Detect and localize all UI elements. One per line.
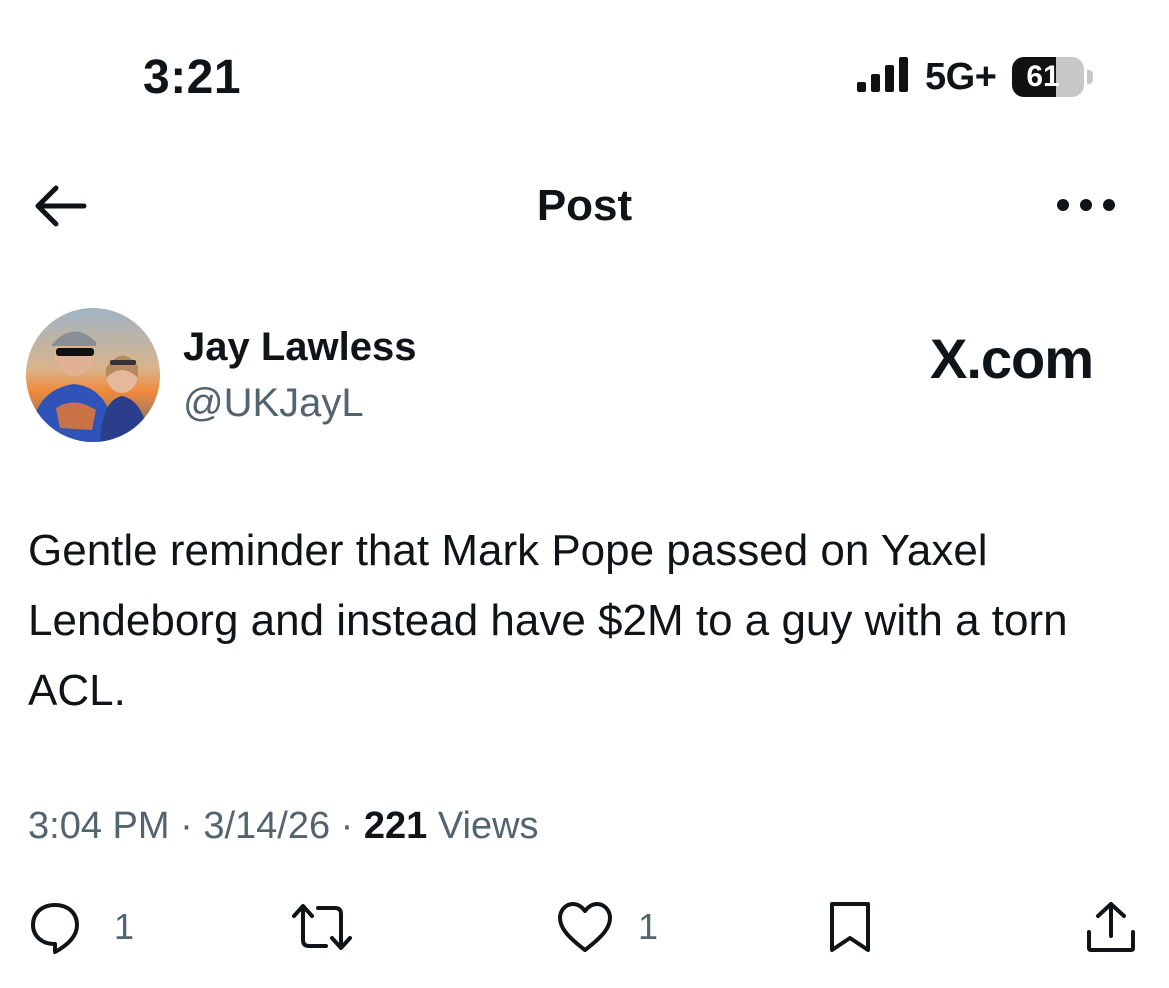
tweet-text: Gentle reminder that Mark Pope passed on…	[28, 526, 1068, 715]
tweet-date: 3/14/26	[203, 805, 331, 847]
author-handle[interactable]: @UKJayL	[183, 378, 364, 428]
meta-separator: ·	[340, 805, 354, 847]
reply-count: 1	[114, 906, 135, 947]
like-count: 1	[638, 906, 659, 947]
x-brand-watermark: X.com	[930, 327, 1094, 390]
avatar[interactable]	[26, 308, 160, 442]
page-title: Post	[536, 181, 633, 230]
battery-icon: 61	[1012, 57, 1084, 97]
bookmark-icon[interactable]	[826, 900, 874, 954]
meta-separator: ·	[180, 805, 193, 847]
views-count[interactable]: 221	[364, 805, 427, 847]
reply-icon[interactable]	[28, 900, 82, 954]
like-icon[interactable]	[556, 900, 614, 954]
tweet-meta: 3:04 PM · 3/14/26 · 221 Views	[28, 800, 539, 852]
more-horizontal-icon[interactable]	[1055, 192, 1117, 218]
tweet-time: 3:04 PM	[28, 805, 170, 847]
cellular-signal-icon	[857, 57, 908, 92]
network-type: 5G+	[925, 56, 997, 98]
author-name[interactable]: Jay Lawless	[183, 322, 417, 372]
battery-percent: 61	[1026, 60, 1060, 93]
views-label: Views	[437, 805, 539, 847]
status-time: 3:21	[143, 51, 242, 104]
retweet-icon[interactable]	[290, 900, 354, 954]
share-icon[interactable]	[1084, 900, 1138, 954]
battery-nub	[1087, 70, 1093, 84]
